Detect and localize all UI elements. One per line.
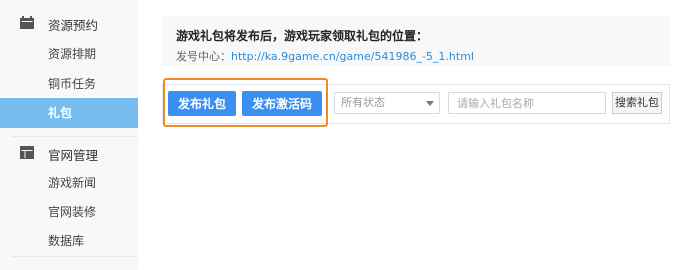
search-gift-button[interactable]: 搜索礼包	[612, 92, 662, 114]
sidebar-item-coin-task[interactable]: 铜币任务	[0, 69, 128, 99]
notice-title: 游戏礼包将发布后，游戏玩家领取礼包的位置：	[176, 29, 429, 43]
sidebar-item-site-decor[interactable]: 官网装修	[0, 197, 128, 227]
sidebar-group-resource[interactable]: 资源预约	[0, 8, 138, 38]
sidebar-group-title: 资源预约	[48, 18, 99, 33]
sidebar-divider	[12, 256, 138, 257]
chevron-down-icon	[426, 101, 434, 106]
notice-prefix: 发号中心：	[176, 50, 231, 63]
calendar-icon	[20, 16, 34, 29]
notice-panel: 游戏礼包将发布后，游戏玩家领取礼包的位置： 发号中心：http://ka.9ga…	[162, 16, 670, 66]
gift-search-input[interactable]	[448, 92, 606, 114]
gift-center-link[interactable]: http://ka.9game.cn/game/541986_-5_1.html	[231, 50, 474, 63]
sidebar-item-database[interactable]: 数据库	[0, 226, 128, 256]
status-select-value: 所有状态	[341, 96, 385, 109]
sidebar-item-gift[interactable]: 礼包	[0, 98, 138, 128]
sidebar: 资源预约 资源排期 铜币任务 礼包 官网管理 游戏新闻 官网装修 数据库	[0, 0, 138, 270]
sidebar-group-site[interactable]: 官网管理	[0, 138, 138, 168]
sidebar-group-title: 官网管理	[48, 148, 99, 163]
notice-line: 发号中心：http://ka.9game.cn/game/541986_-5_1…	[176, 48, 474, 64]
highlight-frame	[163, 78, 328, 127]
sidebar-item-game-news[interactable]: 游戏新闻	[0, 168, 128, 198]
sidebar-divider	[12, 136, 138, 137]
status-select[interactable]: 所有状态	[334, 92, 440, 114]
sidebar-item-resource-schedule[interactable]: 资源排期	[0, 39, 128, 69]
grid-icon	[20, 146, 34, 159]
